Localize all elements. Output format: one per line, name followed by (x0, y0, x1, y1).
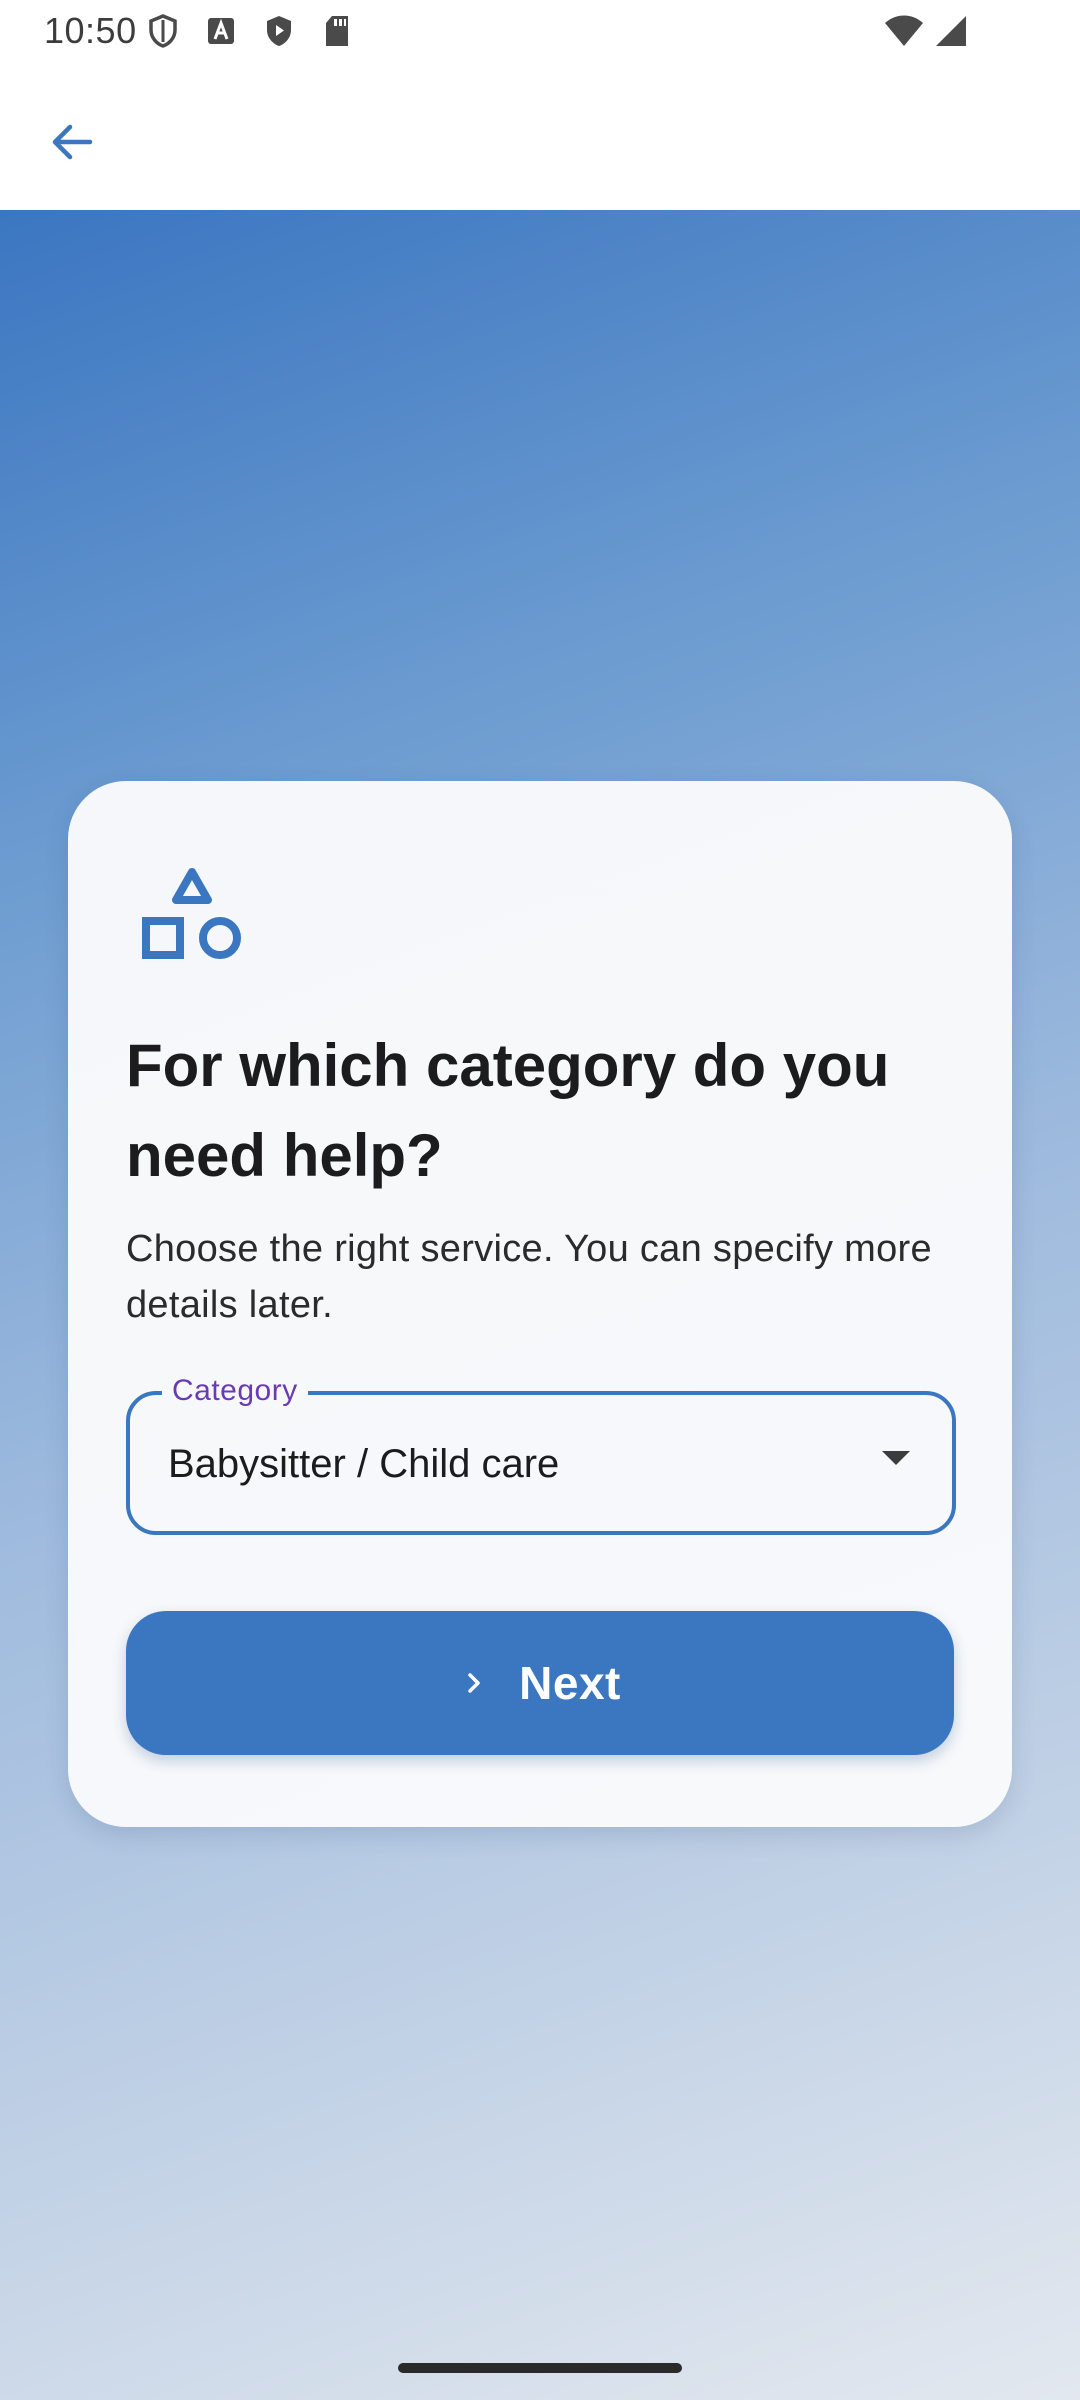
status-icons-right (884, 14, 968, 53)
category-shapes-icon (138, 863, 246, 971)
signal-icon (934, 14, 968, 53)
chevron-right-icon (459, 1668, 489, 1698)
play-shield-icon (262, 14, 296, 48)
category-dropdown[interactable]: Category Babysitter / Child care (126, 1371, 956, 1535)
category-card: For which category do you need help? Cho… (68, 781, 1012, 1827)
status-icons-left (146, 14, 354, 48)
status-bar: 10:50 (0, 0, 1080, 60)
shield-outline-icon (146, 14, 180, 48)
page-subtitle: Choose the right service. You can specif… (126, 1228, 932, 1326)
page-title: For which category do you need help? (126, 1032, 890, 1189)
next-button-label: Next (519, 1657, 621, 1709)
gesture-navigation-bar[interactable] (398, 2363, 682, 2373)
category-selected-value: Babysitter / Child care (168, 1442, 560, 1486)
category-field-label: Category (162, 1371, 308, 1411)
back-button[interactable] (34, 104, 110, 180)
next-button[interactable]: Next (126, 1611, 954, 1755)
app-bar (0, 60, 1080, 210)
dropdown-arrow-icon (882, 1451, 910, 1465)
wifi-icon (884, 14, 924, 53)
text-a-icon (204, 14, 238, 48)
sd-card-icon (320, 14, 354, 48)
status-time: 10:50 (44, 10, 137, 51)
arrow-back-icon (52, 124, 93, 160)
